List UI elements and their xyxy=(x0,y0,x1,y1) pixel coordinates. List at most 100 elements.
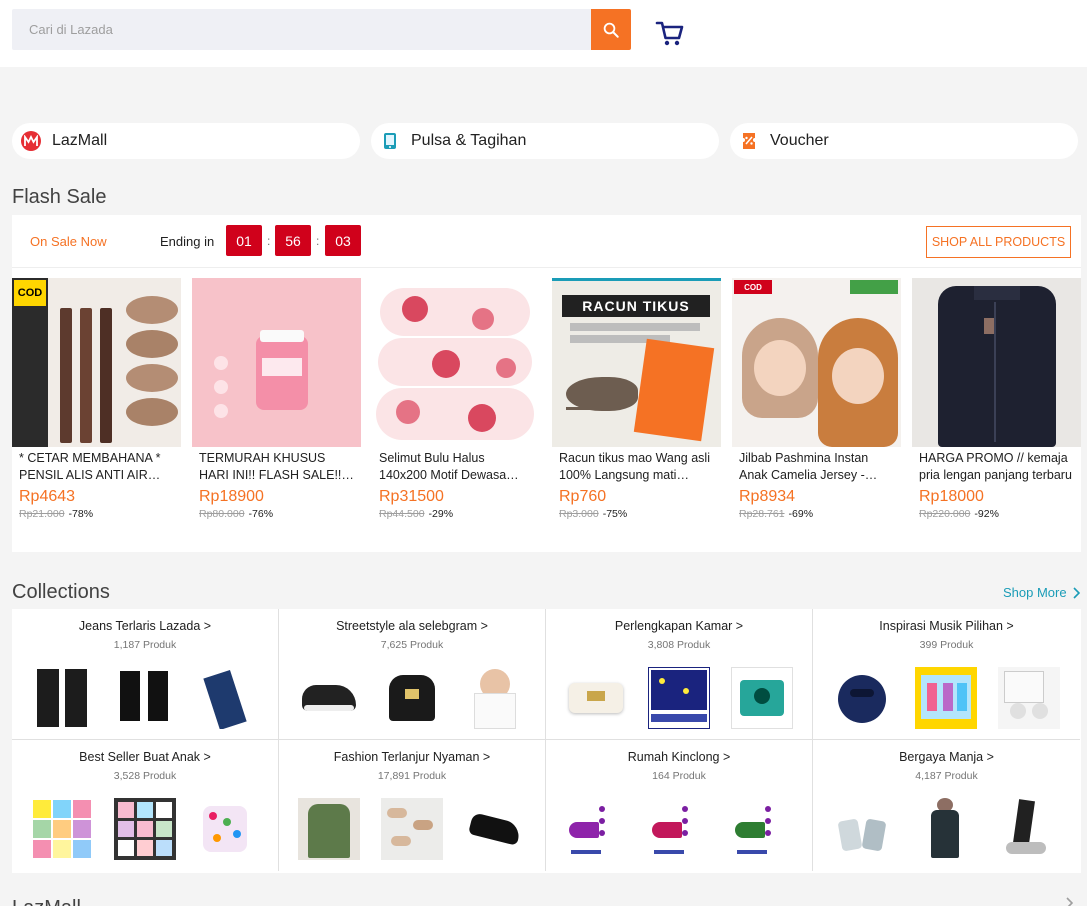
collection-thumb xyxy=(31,798,93,860)
product-old-price: Rp80.000 xyxy=(199,508,245,520)
product-image xyxy=(912,278,1081,447)
header-bar xyxy=(0,0,1087,67)
collection-card[interactable]: Rumah Kinclong > 164 Produk xyxy=(546,740,813,871)
product-price: Rp4643 xyxy=(19,488,76,505)
product-old-price: Rp44.500 xyxy=(379,508,425,520)
collection-thumb xyxy=(464,667,526,729)
product-old-price-row: Rp28.761 -69% xyxy=(732,508,901,520)
collection-thumb xyxy=(114,798,176,860)
flash-sale-item[interactable]: RACUN TIKUS Racun tikus mao Wang asli 10… xyxy=(552,278,721,528)
product-name: Jilbab Pashmina Instan Anak Camelia Jers… xyxy=(739,451,869,482)
collection-title: Bergaya Manja > xyxy=(899,750,994,764)
flash-sale-item[interactable]: COD * CETAR MEMBAHANA * PENSIL ALIS ANTI… xyxy=(12,278,181,528)
search-icon xyxy=(603,22,619,38)
collection-thumb xyxy=(565,667,627,729)
quick-link-label: Voucher xyxy=(770,132,829,149)
collection-thumb xyxy=(915,798,977,860)
collection-card[interactable]: Perlengkapan Kamar > 3,808 Produk xyxy=(546,609,813,740)
collection-thumb xyxy=(31,667,93,729)
search-box xyxy=(12,9,591,50)
product-name: * CETAR MEMBAHANA * PENSIL ALIS ANTI AIR… xyxy=(19,451,161,482)
collection-count: 3,808 Produk xyxy=(647,639,711,651)
collection-count: 1,187 Produk xyxy=(113,639,177,651)
chevron-right-icon xyxy=(1073,586,1080,599)
collection-thumb xyxy=(381,798,443,860)
product-old-price-row: Rp220.000 -92% xyxy=(912,508,1081,520)
collection-card[interactable]: Streetstyle ala selebgram > 7,625 Produk xyxy=(279,609,546,740)
collections-title: Collections xyxy=(12,581,110,603)
collection-thumb xyxy=(565,798,627,860)
timer-minutes: 56 xyxy=(275,225,311,256)
cart-button[interactable] xyxy=(654,17,686,49)
chevron-right-icon[interactable] xyxy=(1066,897,1073,906)
quick-link-lazmall[interactable]: LazMall xyxy=(12,123,360,159)
collection-count: 4,187 Produk xyxy=(915,770,978,782)
product-price: Rp18000 xyxy=(919,488,984,505)
shop-more-label: Shop More xyxy=(1003,585,1067,600)
product-discount: -29% xyxy=(428,508,454,520)
product-name: Selimut Bulu Halus 140x200 Motif Dewasa … xyxy=(379,451,507,482)
collection-card[interactable]: Best Seller Buat Anak > 3,528 Produk xyxy=(12,740,279,871)
collection-thumb xyxy=(464,798,526,860)
product-discount: -76% xyxy=(248,508,274,520)
search-input[interactable] xyxy=(12,9,591,50)
collection-title: Fashion Terlanjur Nyaman > xyxy=(333,750,491,764)
collection-thumb xyxy=(731,667,793,729)
on-sale-label: On Sale Now xyxy=(30,234,107,249)
product-old-price-row: Rp3.000 -75% xyxy=(552,508,721,520)
collection-count: 7,625 Produk xyxy=(380,639,444,651)
shop-more-link[interactable]: Shop More xyxy=(1003,585,1080,600)
flash-sale-item[interactable]: Selimut Bulu Halus 140x200 Motif Dewasa … xyxy=(372,278,541,528)
product-old-price-row: Rp21.000 -78% xyxy=(12,508,181,520)
collection-title: Inspirasi Musik Pilihan > xyxy=(879,619,1014,633)
shop-all-products-button[interactable]: SHOP ALL PRODUCTS xyxy=(926,226,1071,258)
collection-thumb xyxy=(298,798,360,860)
product-discount: -75% xyxy=(602,508,628,520)
product-banner: RACUN TIKUS xyxy=(562,295,710,317)
quick-link-label: LazMall xyxy=(52,132,108,149)
product-discount: -78% xyxy=(68,508,94,520)
collection-card[interactable]: Inspirasi Musik Pilihan > 399 Produk xyxy=(813,609,1080,740)
collection-count: 3,528 Produk xyxy=(113,770,177,782)
flash-sale-item[interactable]: COD Jilbab Pashmina Instan Anak Camelia … xyxy=(732,278,901,528)
product-price: Rp31500 xyxy=(379,488,444,505)
product-name: Racun tikus mao Wang asli 100% Langsung … xyxy=(559,451,710,482)
flash-sale-panel: On Sale Now Ending in 01 : 56 : 03 SHOP … xyxy=(12,215,1081,552)
collection-card[interactable]: Jeans Terlaris Lazada > 1,187 Produk xyxy=(12,609,279,740)
collection-thumb xyxy=(648,667,710,729)
quick-link-label: Pulsa & Tagihan xyxy=(411,132,527,149)
product-name: TERMURAH KHUSUS HARI INI!! FLASH SALE!! … xyxy=(199,451,342,482)
product-old-price: Rp21.000 xyxy=(19,508,65,520)
collection-count: 164 Produk xyxy=(652,770,706,782)
product-discount: -69% xyxy=(788,508,814,520)
collection-card[interactable]: Fashion Terlanjur Nyaman > 17,891 Produk xyxy=(279,740,546,871)
product-price: Rp760 xyxy=(559,488,607,505)
flash-sale-item[interactable]: TERMURAH KHUSUS HARI INI!! FLASH SALE!! … xyxy=(192,278,361,528)
collection-thumb xyxy=(197,798,259,860)
collection-count: 399 Produk xyxy=(919,639,974,651)
collection-thumb xyxy=(915,667,977,729)
quick-link-voucher[interactable]: Voucher xyxy=(730,123,1078,159)
product-old-price-row: Rp80.000 -76% xyxy=(192,508,361,520)
lazmall-section-title: LazMall xyxy=(12,897,81,906)
cod-badge: COD xyxy=(14,280,46,306)
cod-badge: COD xyxy=(734,280,772,294)
collection-thumb xyxy=(832,798,894,860)
collection-card[interactable]: Bergaya Manja > 4,187 Produk xyxy=(813,740,1080,871)
product-image: COD xyxy=(732,278,901,447)
product-name: HARGA PROMO // kemaja pria lengan panjan… xyxy=(919,451,1072,482)
product-old-price: Rp28.761 xyxy=(739,508,785,520)
product-old-price: Rp220.000 xyxy=(919,508,971,520)
product-price: Rp8934 xyxy=(739,488,796,505)
flash-sale-item[interactable]: HARGA PROMO // kemaja pria lengan panjan… xyxy=(912,278,1081,528)
search-button[interactable] xyxy=(591,9,631,50)
product-image xyxy=(372,278,541,447)
product-old-price: Rp3.000 xyxy=(559,508,599,520)
quick-link-pulsa-tagihan[interactable]: Pulsa & Tagihan xyxy=(371,123,719,159)
lazmall-icon xyxy=(21,131,41,151)
collection-thumb xyxy=(114,667,176,729)
product-image: COD xyxy=(12,278,181,447)
timer-seconds: 03 xyxy=(325,225,361,256)
collection-thumb xyxy=(998,667,1060,729)
collection-title: Best Seller Buat Anak > xyxy=(79,750,211,764)
